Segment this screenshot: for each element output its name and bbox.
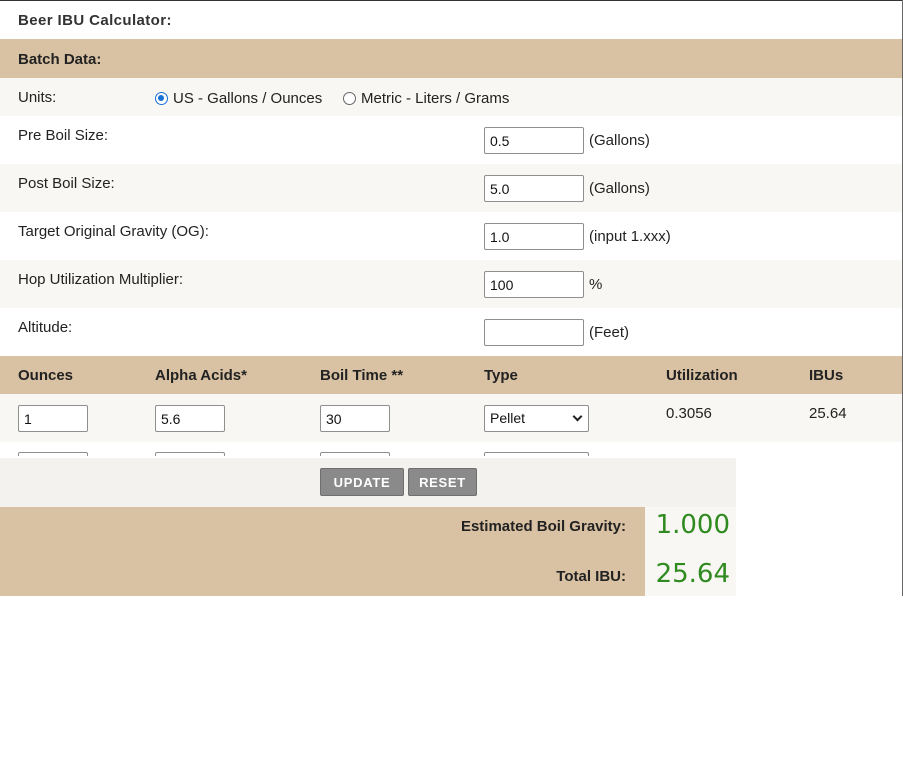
hop-row: Pellet 0.3056 25.64	[0, 394, 902, 442]
radio-checked-icon[interactable]	[155, 92, 168, 105]
reset-button[interactable]: RESET	[408, 468, 477, 496]
chevron-down-icon	[572, 411, 583, 422]
pre-boil-label: Pre Boil Size:	[18, 127, 109, 144]
radio-us-units[interactable]: US - Gallons / Ounces	[155, 90, 322, 107]
boil-gravity-box: 1.000	[645, 507, 736, 545]
total-ibu-box: 25.64	[645, 545, 736, 596]
altitude-input[interactable]	[484, 319, 584, 346]
hop-util-label: Hop Utilization Multiplier:	[18, 271, 184, 288]
pre-boil-unit: (Gallons)	[589, 132, 650, 149]
units-label: Units:	[18, 89, 57, 106]
batch-data-header: Batch Data:	[0, 40, 902, 78]
hop-type-select[interactable]: Pellet	[484, 405, 589, 432]
hop-util-row: Hop Utilization Multiplier: %	[0, 260, 902, 308]
hop-boil-time-input-clipped[interactable]	[320, 452, 390, 456]
button-bar: UPDATE RESET	[0, 458, 736, 507]
boil-gravity-value: 1.000	[655, 510, 730, 540]
target-og-input[interactable]	[484, 223, 584, 250]
radio-unchecked-icon[interactable]	[343, 92, 356, 105]
altitude-label: Altitude:	[18, 319, 73, 336]
col-ounces: Ounces	[18, 367, 74, 384]
hop-row-clipped	[0, 442, 902, 458]
col-utilization: Utilization	[666, 367, 738, 384]
total-ibu-value: 25.64	[655, 559, 730, 589]
hop-type-value: Pellet	[490, 410, 526, 426]
total-ibu-label: Total IBU:	[556, 568, 626, 585]
units-row: Units: US - Gallons / Ounces Metric - Li…	[0, 78, 902, 116]
hop-util-input[interactable]	[484, 271, 584, 298]
results-panel: Estimated Boil Gravity: 1.000 Total IBU:…	[0, 507, 736, 596]
radio-us-label: US - Gallons / Ounces	[173, 90, 323, 107]
col-type: Type	[484, 367, 518, 384]
altitude-row: Altitude: (Feet)	[0, 308, 902, 356]
page-title: Beer IBU Calculator:	[18, 12, 172, 29]
hop-utilization-value: 0.3056	[666, 405, 712, 422]
hop-ibus-value: 25.64	[809, 405, 847, 422]
hop-table-header: Ounces Alpha Acids* Boil Time ** Type Ut…	[0, 356, 902, 394]
boil-gravity-label: Estimated Boil Gravity:	[460, 518, 626, 535]
hop-alpha-input-clipped[interactable]	[155, 452, 225, 456]
altitude-unit: (Feet)	[589, 324, 630, 341]
col-boil-time: Boil Time **	[320, 367, 404, 384]
hop-ounces-input-clipped[interactable]	[18, 452, 88, 456]
title-row: Beer IBU Calculator:	[0, 1, 902, 40]
hop-alpha-input[interactable]	[155, 405, 225, 432]
pre-boil-input[interactable]	[484, 127, 584, 154]
calculator-panel: Beer IBU Calculator: Batch Data: Units: …	[0, 0, 903, 596]
post-boil-unit: (Gallons)	[589, 180, 650, 197]
post-boil-input[interactable]	[484, 175, 584, 202]
hop-util-unit: %	[589, 276, 603, 293]
target-og-row: Target Original Gravity (OG): (input 1.x…	[0, 212, 902, 260]
batch-data-title: Batch Data:	[18, 51, 102, 68]
radio-metric-label: Metric - Liters / Grams	[361, 90, 510, 107]
post-boil-row: Post Boil Size: (Gallons)	[0, 164, 902, 212]
post-boil-label: Post Boil Size:	[18, 175, 115, 192]
col-ibus: IBUs	[809, 367, 844, 384]
hop-ounces-input[interactable]	[18, 405, 88, 432]
hop-type-select-clipped[interactable]	[484, 452, 589, 456]
hop-boil-time-input[interactable]	[320, 405, 390, 432]
update-button[interactable]: UPDATE	[320, 468, 404, 496]
target-og-unit: (input 1.xxx)	[589, 228, 671, 245]
col-alpha-acids: Alpha Acids*	[155, 367, 247, 384]
target-og-label: Target Original Gravity (OG):	[18, 223, 209, 240]
pre-boil-row: Pre Boil Size: (Gallons)	[0, 116, 902, 164]
radio-metric-units[interactable]: Metric - Liters / Grams	[343, 90, 509, 107]
